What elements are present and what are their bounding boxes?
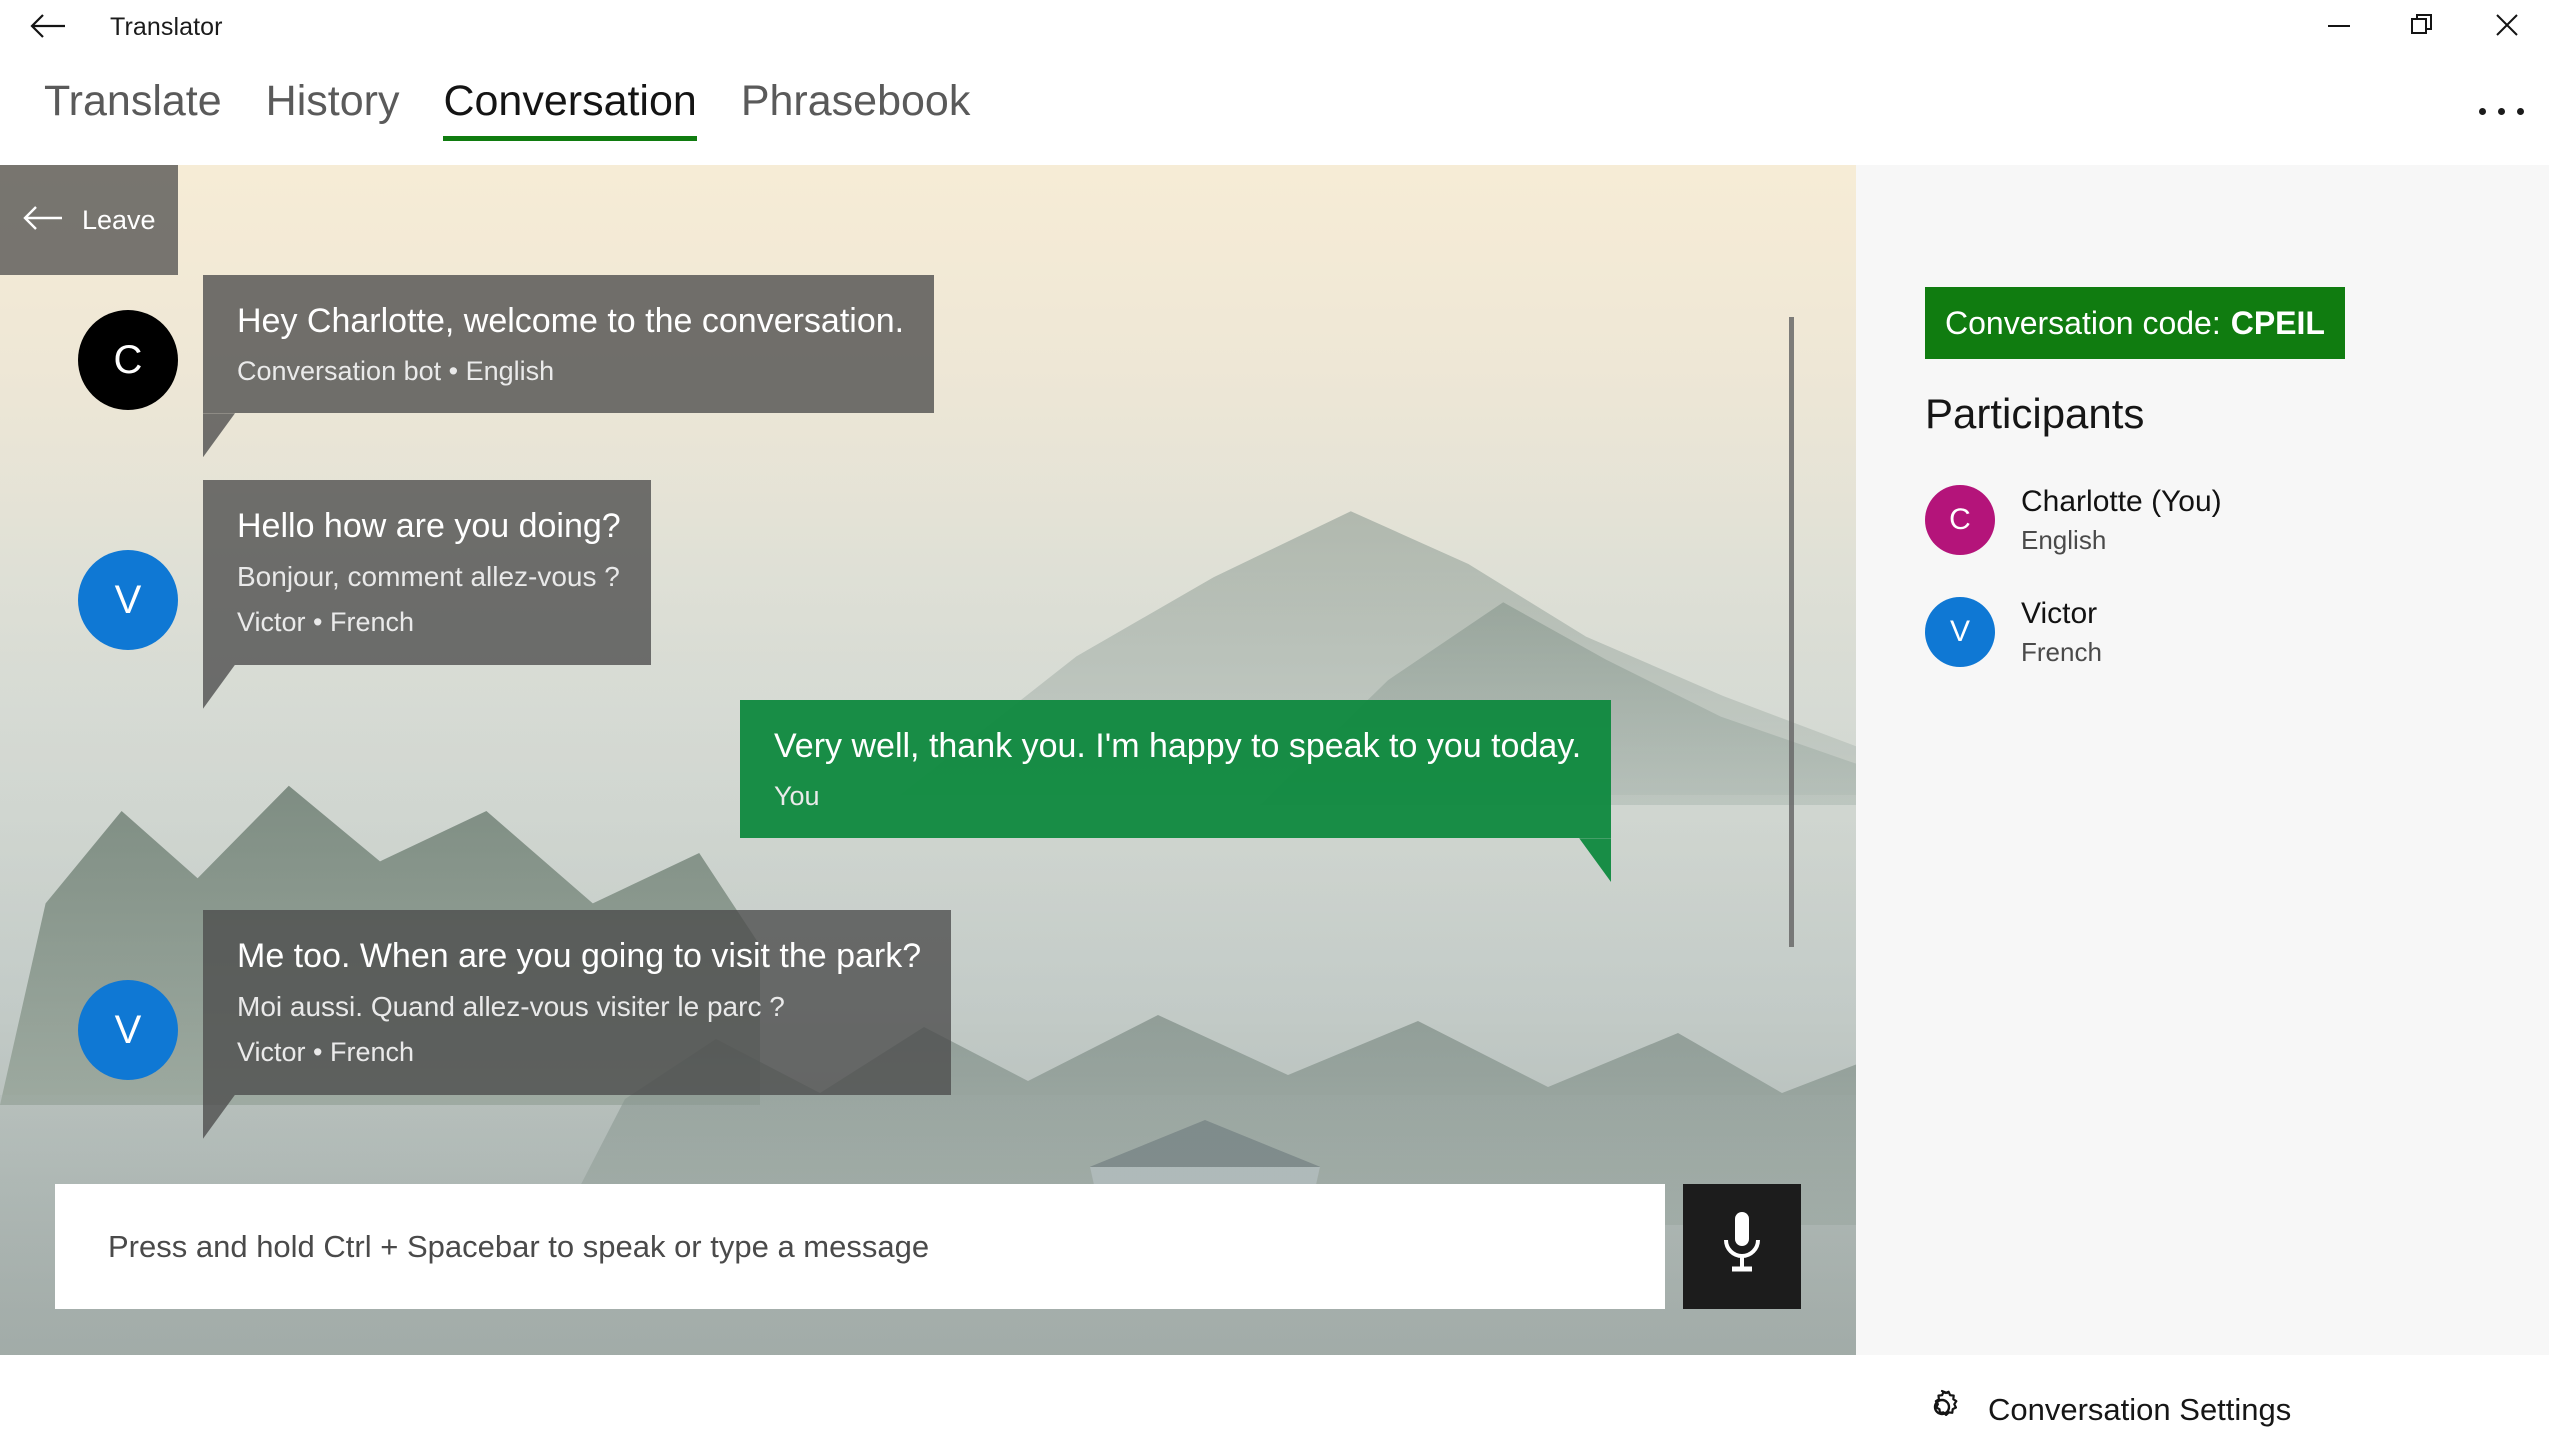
close-button[interactable]	[2465, 0, 2549, 55]
message-list: C Hey Charlotte, welcome to the conversa…	[0, 275, 1856, 1155]
participant-language: English	[2021, 524, 2107, 555]
gear-icon	[1920, 1385, 1964, 1434]
close-icon	[2494, 12, 2520, 43]
message-secondary-text: Moi aussi. Quand allez-vous visiter le p…	[237, 990, 785, 1022]
back-arrow-icon	[30, 13, 66, 44]
participant-info: Victor French	[2021, 595, 2102, 669]
conversation-scrollbar[interactable]	[1789, 317, 1794, 947]
leave-label: Leave	[82, 204, 156, 235]
bubble-tail	[1579, 838, 1612, 883]
message-input-bar: Press and hold Ctrl + Spacebar to speak …	[55, 1184, 1805, 1309]
avatar: V	[78, 980, 178, 1080]
bubble-tail	[203, 413, 235, 458]
leave-arrow-icon	[22, 204, 64, 237]
ellipsis-icon	[2478, 107, 2524, 115]
avatar: C	[78, 310, 178, 410]
conversation-panel: Leave C Hey Charlotte, welcome to the co…	[0, 165, 1856, 1355]
message-input-placeholder: Press and hold Ctrl + Spacebar to speak …	[108, 1228, 930, 1264]
microphone-icon	[1714, 1207, 1770, 1286]
app-title: Translator	[110, 13, 223, 41]
message-secondary-text: Bonjour, comment allez-vous ?	[237, 560, 620, 592]
avatar: V	[1925, 597, 1995, 668]
participant-info: Charlotte (You) English	[2021, 483, 2222, 557]
conversation-code-badge[interactable]: Conversation code: CPEIL	[1925, 287, 2345, 359]
message-meta: Victor • French	[237, 1037, 415, 1068]
bubble-tail	[203, 664, 235, 709]
message-bubble[interactable]: Hello how are you doing? Bonjour, commen…	[203, 480, 651, 709]
tab-phrasebook[interactable]: Phrasebook	[719, 55, 993, 165]
minimize-button[interactable]	[2297, 0, 2381, 55]
tab-translate[interactable]: Translate	[22, 55, 244, 165]
message-primary-text: Me too. When are you going to visit the …	[237, 937, 922, 975]
avatar-initial: V	[114, 577, 142, 622]
restore-icon	[2410, 12, 2436, 43]
avatar-initial: C	[1949, 503, 1971, 537]
avatar: V	[78, 550, 178, 650]
participant-language: French	[2021, 636, 2102, 667]
message-meta: Conversation bot • English	[237, 355, 555, 386]
message-bubble[interactable]: Very well, thank you. I'm happy to speak…	[740, 700, 1612, 883]
participants-heading: Participants	[1925, 390, 2145, 437]
title-bar: Translator	[0, 0, 2549, 55]
avatar-initial: V	[1949, 615, 1970, 649]
conversation-settings-button[interactable]: Conversation Settings	[1920, 1385, 2291, 1434]
tab-bar: Translate History Conversation Phraseboo…	[0, 55, 2549, 165]
conversation-settings-label: Conversation Settings	[1988, 1391, 2292, 1427]
restore-button[interactable]	[2381, 0, 2465, 55]
back-button[interactable]	[22, 4, 74, 52]
conversation-code-value: CPEIL	[2230, 304, 2325, 341]
microphone-button[interactable]	[1683, 1184, 1801, 1309]
avatar: C	[1925, 485, 1995, 556]
tab-history[interactable]: History	[244, 55, 422, 165]
participant-name: Charlotte (You)	[2021, 485, 2222, 518]
message-input[interactable]: Press and hold Ctrl + Spacebar to speak …	[55, 1184, 1665, 1309]
message-primary-text: Very well, thank you. I'm happy to speak…	[774, 727, 1582, 765]
participant-name: Victor	[2021, 597, 2098, 630]
minimize-icon	[2326, 19, 2352, 37]
participant-row[interactable]: C Charlotte (You) English	[1925, 483, 2222, 557]
avatar-initial: V	[114, 1007, 142, 1052]
avatar-initial: C	[113, 337, 143, 382]
message-bubble[interactable]: Me too. When are you going to visit the …	[203, 910, 952, 1139]
overflow-menu-button[interactable]	[2463, 81, 2539, 141]
message-bubble[interactable]: Hey Charlotte, welcome to the conversati…	[203, 275, 935, 458]
message-meta: Victor • French	[237, 607, 415, 638]
window-controls	[2297, 0, 2549, 55]
tab-list: Translate History Conversation Phraseboo…	[22, 55, 992, 165]
bubble-tail	[203, 1094, 235, 1139]
message-primary-text: Hello how are you doing?	[237, 507, 621, 545]
participant-row[interactable]: V Victor French	[1925, 595, 2102, 669]
conversation-code-label: Conversation code:	[1945, 304, 2221, 341]
tab-conversation[interactable]: Conversation	[421, 55, 718, 165]
conversation-sidebar: Conversation code: CPEIL Participants C …	[1856, 165, 2549, 1427]
message-primary-text: Hey Charlotte, welcome to the conversati…	[237, 302, 905, 340]
leave-button[interactable]: Leave	[0, 165, 178, 275]
message-meta: You	[774, 780, 820, 811]
